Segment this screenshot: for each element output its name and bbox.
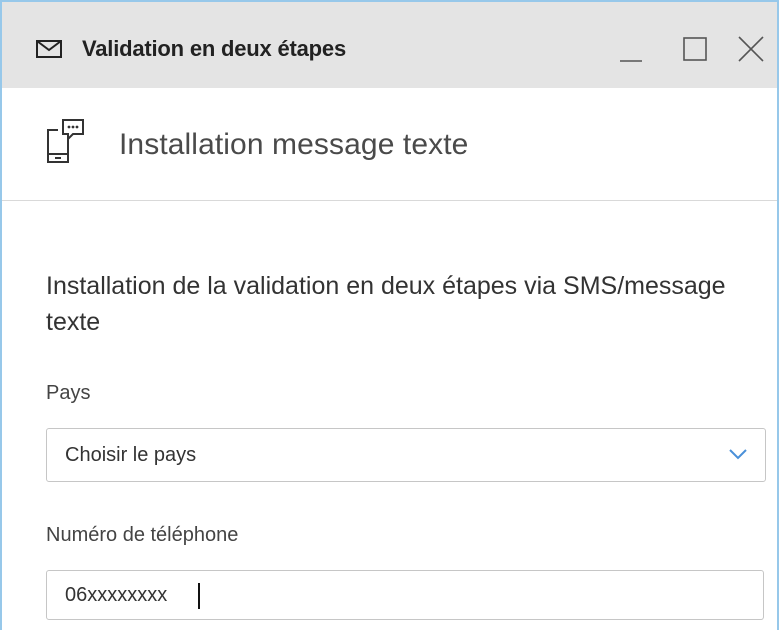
phone-number-input[interactable] (46, 570, 764, 620)
two-step-validation-window: Validation en deux étapes Installation m… (0, 0, 779, 630)
form-heading: Installation de la validation en deux ét… (46, 272, 726, 336)
sms-phone-icon (46, 118, 86, 164)
minimize-icon (620, 60, 642, 62)
country-select[interactable]: Choisir le pays (46, 428, 766, 482)
section-title: Installation message texte (119, 128, 469, 161)
phone-label: Numéro de téléphone (46, 524, 239, 546)
maximize-button[interactable] (678, 32, 712, 66)
close-icon (738, 36, 764, 62)
title-bar[interactable]: Validation en deux étapes (2, 2, 777, 88)
country-selected-value: Choisir le pays (65, 444, 197, 466)
chevron-down-icon (727, 446, 749, 462)
section-header: Installation message texte (2, 88, 777, 201)
country-label: Pays (46, 382, 91, 404)
minimize-button[interactable] (614, 32, 648, 66)
close-button[interactable] (734, 32, 768, 66)
maximize-icon (683, 37, 707, 61)
text-cursor (198, 583, 200, 609)
window-title: Validation en deux étapes (82, 36, 346, 61)
mail-icon (36, 40, 62, 58)
